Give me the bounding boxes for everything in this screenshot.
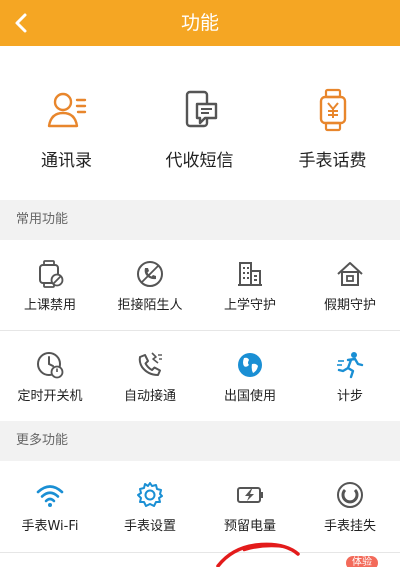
report-loss-label: 手表挂失 xyxy=(323,519,376,534)
more-functions-grid: 手表Wi-Fi 手表设置 预留电量 手表挂失 xyxy=(0,461,400,552)
bottom-partial-row xyxy=(0,552,400,567)
contacts-label: 通讯录 xyxy=(41,151,92,171)
home-icon xyxy=(337,262,363,286)
watch-settings-button[interactable]: 手表设置 xyxy=(100,461,200,551)
sms-proxy-label: 代收短信 xyxy=(165,151,234,171)
watch-wifi-button[interactable]: 手表Wi-Fi xyxy=(0,461,100,551)
wifi-icon xyxy=(36,485,64,507)
report-loss-icon xyxy=(337,482,363,508)
section-common-title: 常用功能 xyxy=(0,200,400,240)
watch-wifi-label: 手表Wi-Fi xyxy=(21,519,79,534)
app-header: 功能 xyxy=(0,0,400,46)
battery-charge-icon xyxy=(237,487,263,503)
clock-power-icon xyxy=(37,352,64,379)
auto-answer-button[interactable]: 自动接通 xyxy=(100,331,200,421)
watch-disable-icon xyxy=(39,260,64,288)
page-title: 功能 xyxy=(180,12,219,34)
section-more-title: 更多功能 xyxy=(0,421,400,461)
scheduled-power-button[interactable]: 定时开关机 xyxy=(0,331,100,421)
step-count-button[interactable]: 计步 xyxy=(300,331,400,421)
common-functions-grid: 上课禁用 拒接陌生人 上学守护 假期守护 定时开关机 自动接通 出国使用 计步 xyxy=(0,240,400,421)
trial-badge: 体验 xyxy=(346,556,378,567)
school-guard-button[interactable]: 上学守护 xyxy=(200,240,300,330)
globe-icon xyxy=(238,353,262,377)
report-loss-button[interactable]: 手表挂失 xyxy=(300,461,400,551)
watch-yuan-icon xyxy=(319,88,346,132)
sms-proxy-button[interactable]: 代收短信 xyxy=(133,88,266,171)
watch-settings-label: 手表设置 xyxy=(123,519,176,534)
abroad-use-button[interactable]: 出国使用 xyxy=(200,331,300,421)
reject-strangers-button[interactable]: 拒接陌生人 xyxy=(100,240,200,330)
phone-block-icon xyxy=(137,261,163,287)
school-guard-label: 上学守护 xyxy=(223,298,276,313)
scheduled-power-label: 定时开关机 xyxy=(17,389,83,404)
gear-icon xyxy=(137,482,163,507)
watch-credit-button[interactable]: 手表话费 xyxy=(266,88,399,171)
holiday-guard-button[interactable]: 假期守护 xyxy=(300,240,400,330)
runner-icon xyxy=(337,352,364,379)
contacts-icon xyxy=(47,92,86,128)
red-annotation-mark xyxy=(216,542,300,567)
reserve-battery-button[interactable]: 预留电量 xyxy=(200,461,300,551)
top-feature-card: 通讯录 代收短信 手表话费 xyxy=(0,46,400,200)
holiday-guard-label: 假期守护 xyxy=(323,298,376,313)
reserve-battery-label: 预留电量 xyxy=(223,519,276,534)
contacts-button[interactable]: 通讯录 xyxy=(0,88,133,171)
reject-strangers-label: 拒接陌生人 xyxy=(117,298,183,313)
phone-auto-icon xyxy=(138,352,162,376)
step-count-label: 计步 xyxy=(336,389,363,404)
abroad-use-label: 出国使用 xyxy=(223,389,276,404)
sms-phone-icon xyxy=(185,90,217,128)
auto-answer-label: 自动接通 xyxy=(123,389,176,404)
school-building-icon xyxy=(238,262,262,286)
watch-credit-label: 手表话费 xyxy=(298,151,367,171)
class-disable-button[interactable]: 上课禁用 xyxy=(0,240,100,330)
class-disable-label: 上课禁用 xyxy=(23,298,76,313)
